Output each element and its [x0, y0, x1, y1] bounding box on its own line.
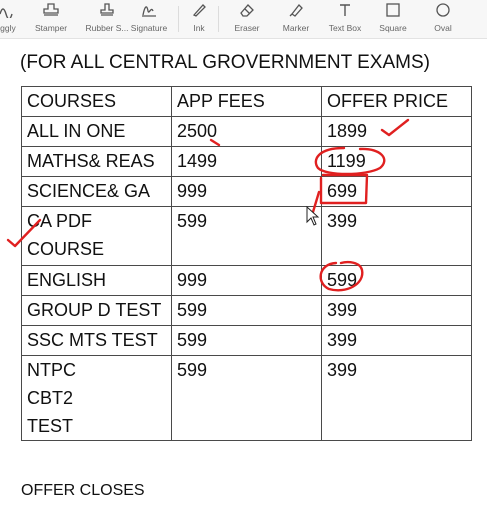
offer-price-cell: 1899: [321, 116, 472, 147]
offer-price-cell: 399: [321, 325, 472, 356]
course-cell: CA PDF COURSE: [21, 206, 172, 266]
stamper-tool[interactable]: Stamper: [24, 0, 78, 38]
table-header-row: COURSES APP FEES OFFER PRICE: [21, 86, 472, 117]
app-fee-cell: 2500: [171, 116, 322, 147]
app-fee-cell: 599: [171, 355, 322, 441]
annotation-toolbar: iggly Stamper Rubber S... Signature Ink …: [0, 0, 487, 39]
table-row: ENGLISH 999 599: [21, 265, 472, 296]
app-fee-cell: 999: [171, 265, 322, 296]
table-row: MATHS& REAS 1499 1199: [21, 146, 472, 177]
offer-closes-text: OFFER CLOSES: [21, 482, 145, 499]
header-app-fees: APP FEES: [171, 86, 322, 117]
offer-price-cell: 399: [321, 206, 472, 266]
app-fee-cell: 599: [171, 206, 322, 266]
app-fee-cell: 999: [171, 176, 322, 207]
text-box-icon: [340, 4, 350, 16]
table-row: CA PDF COURSE 599 399: [21, 206, 472, 266]
table-row: ALL IN ONE 2500 1899: [21, 116, 472, 147]
table-row: GROUP D TEST 599 399: [21, 295, 472, 326]
app-fee-cell: 599: [171, 295, 322, 326]
offer-price-cell: 399: [321, 355, 472, 441]
course-cell: ENGLISH: [21, 265, 172, 296]
offer-price-cell: 599: [321, 265, 472, 296]
signature-icon: [142, 6, 156, 17]
table-row: SSC MTS TEST 599 399: [21, 325, 472, 356]
course-cell: ALL IN ONE: [21, 116, 172, 147]
app-fee-cell: 599: [171, 325, 322, 356]
oval-icon: [436, 3, 450, 17]
course-cell: MATHS& REAS: [21, 146, 172, 177]
document-heading: (FOR ALL CENTRAL GROVERNMENT EXAMS): [20, 52, 430, 73]
eraser-icon: [240, 4, 254, 17]
app-fee-cell: 1499: [171, 146, 322, 177]
header-courses: COURSES: [21, 86, 172, 117]
offer-price-cell: 699: [321, 176, 472, 207]
fees-table: COURSES APP FEES OFFER PRICE ALL IN ONE …: [21, 86, 472, 441]
oval-tool[interactable]: Oval: [416, 0, 470, 38]
squiggly-icon: [0, 8, 13, 18]
offer-price-cell: 1199: [321, 146, 472, 177]
stamper-icon: [43, 3, 59, 16]
rubber-stamp-icon: [100, 3, 114, 16]
course-cell: GROUP D TEST: [21, 295, 172, 326]
course-cell: SCIENCE& GA: [21, 176, 172, 207]
course-cell: NTPC CBT2 TEST: [21, 355, 172, 441]
table-row: SCIENCE& GA 999 699: [21, 176, 472, 207]
header-offer-price: OFFER PRICE: [321, 86, 472, 117]
marker-icon: [289, 4, 303, 17]
ink-pen-icon: [189, 2, 209, 18]
course-cell: SSC MTS TEST: [21, 325, 172, 356]
square-icon: [386, 3, 400, 17]
offer-price-cell: 399: [321, 295, 472, 326]
table-row: NTPC CBT2 TEST 599 399: [21, 355, 472, 441]
